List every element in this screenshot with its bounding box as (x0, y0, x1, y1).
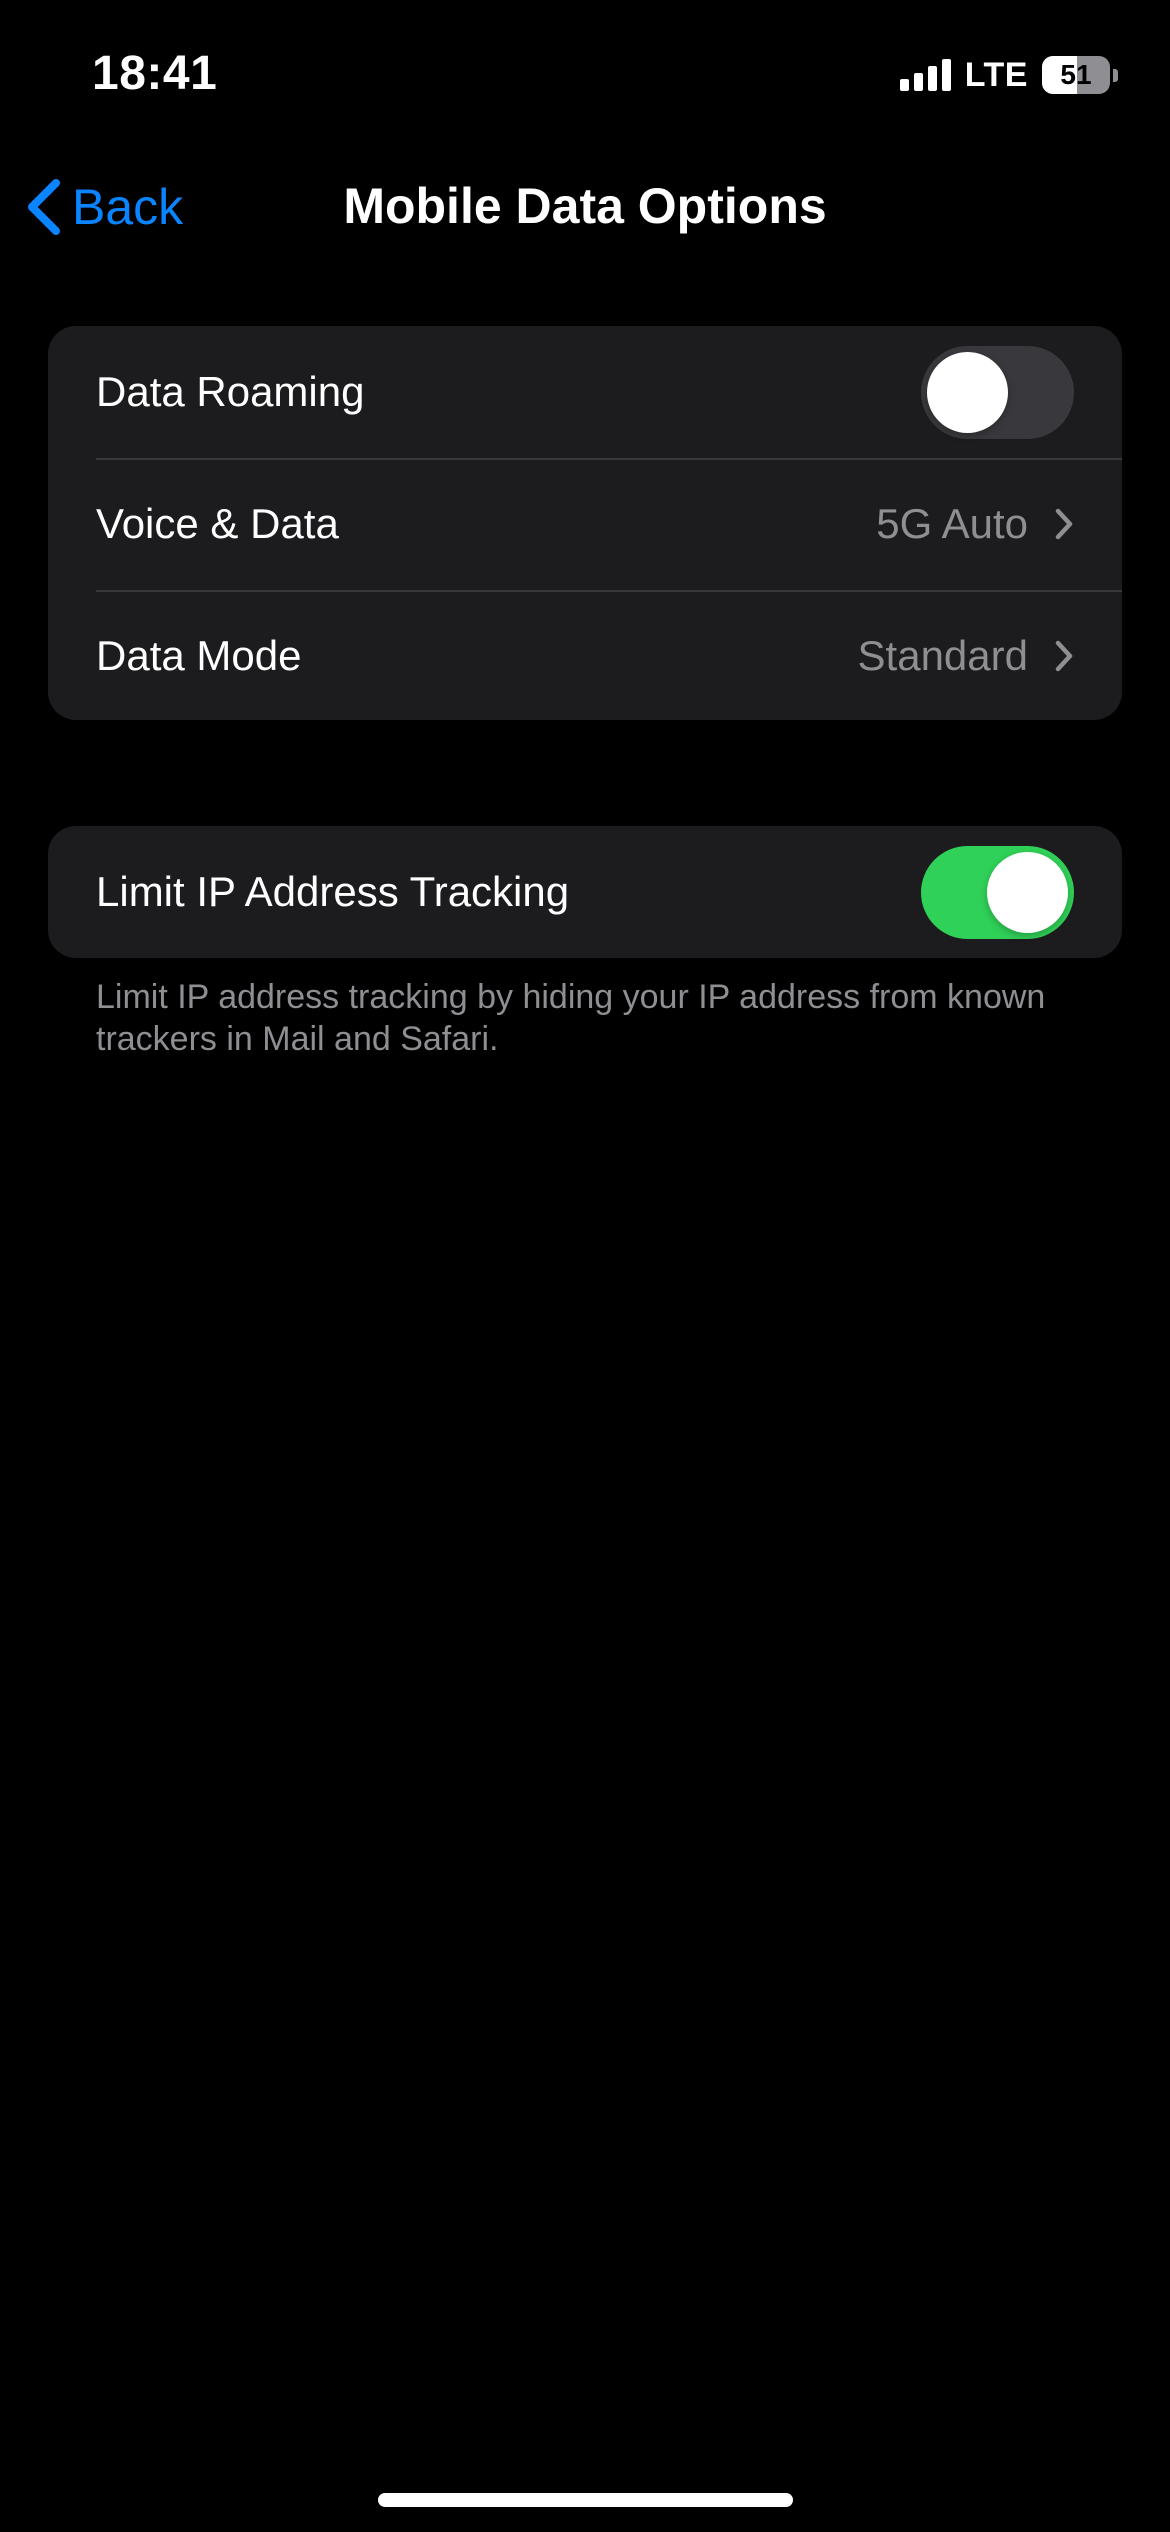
status-time: 18:41 (92, 47, 218, 100)
home-indicator[interactable] (378, 2493, 793, 2507)
row-label: Voice & Data (96, 500, 339, 547)
network-type: LTE (964, 56, 1028, 94)
row-value: Standard (857, 632, 1028, 679)
row-data-mode[interactable]: Data Mode Standard (48, 590, 1122, 720)
data-roaming-toggle[interactable] (921, 345, 1074, 439)
chevron-right-icon (1055, 508, 1073, 540)
settings-group-mobile-data: Data Roaming Voice & Data 5G Auto Data M… (48, 326, 1122, 720)
row-label: Limit IP Address Tracking (96, 868, 570, 915)
row-voice-and-data[interactable]: Voice & Data 5G Auto (48, 458, 1122, 590)
page-title: Mobile Data Options (343, 178, 827, 234)
battery-level: 51 (1060, 59, 1092, 90)
screen: 18:41 LTE 51 Back Mobile Data Options Da… (0, 0, 1170, 2532)
navigation-bar: Back Mobile Data Options (0, 160, 1170, 254)
limit-ip-tracking-toggle[interactable] (921, 845, 1074, 939)
battery-icon: 51 (1042, 56, 1118, 94)
toggle-knob (927, 351, 1008, 433)
cellular-signal-icon (899, 59, 951, 91)
row-label: Data Roaming (96, 368, 365, 415)
settings-group-privacy: Limit IP Address Tracking (48, 826, 1122, 958)
chevron-right-icon (1055, 640, 1073, 672)
battery-cap (1113, 68, 1118, 82)
row-limit-ip-tracking: Limit IP Address Tracking (48, 826, 1122, 958)
row-label: Data Mode (96, 632, 302, 679)
battery-body: 51 (1042, 56, 1110, 94)
row-value: 5G Auto (876, 500, 1028, 547)
status-indicators: LTE 51 (899, 52, 1118, 98)
group-footer-note: Limit IP address tracking by hiding your… (96, 978, 1046, 1058)
status-bar: 18:41 LTE 51 (0, 0, 1170, 150)
row-data-roaming: Data Roaming (48, 326, 1122, 458)
toggle-knob (987, 851, 1068, 933)
